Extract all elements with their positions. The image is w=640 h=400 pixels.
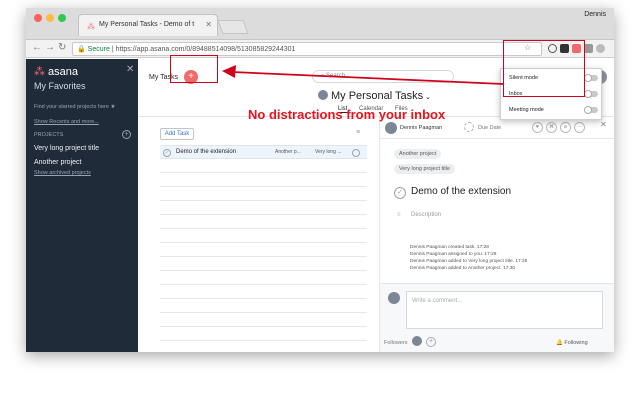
annotation-caption: No distractions from your inbox — [248, 107, 446, 122]
annotation-arrow — [222, 65, 504, 85]
